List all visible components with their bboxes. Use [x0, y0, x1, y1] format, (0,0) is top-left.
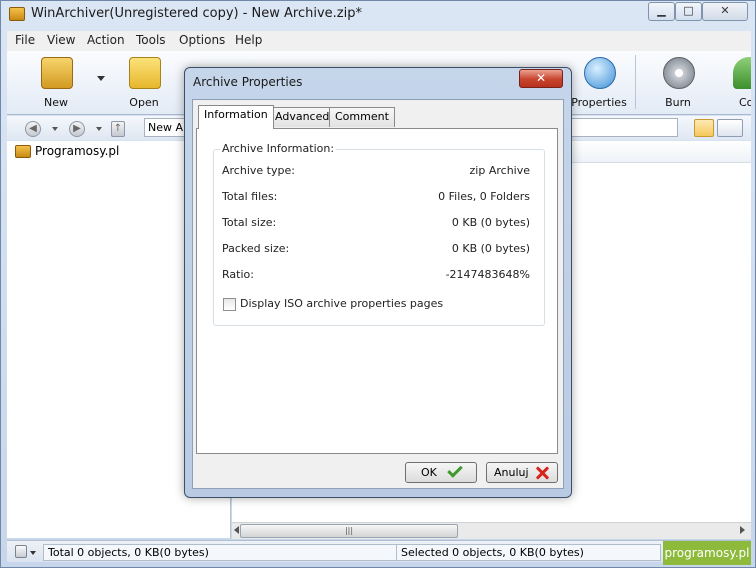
packed-size-label: Packed size: — [222, 242, 290, 255]
minimize-button[interactable]: ▁ — [648, 2, 675, 21]
menu-action[interactable]: Action — [87, 33, 125, 47]
menu-view[interactable]: View — [47, 33, 75, 47]
ratio-label: Ratio: — [222, 268, 254, 281]
dialog-title: Archive Properties — [193, 75, 303, 89]
close-button[interactable]: ✕ — [702, 2, 748, 21]
archive-information-group: Archive Information: Archive type: zip A… — [213, 142, 545, 326]
menu-file[interactable]: File — [15, 33, 35, 47]
tab-comment[interactable]: Comment — [329, 107, 395, 127]
tab-panel-information: Archive Information: Archive type: zip A… — [196, 128, 558, 454]
new-button[interactable]: New — [21, 53, 91, 111]
archive-properties-dialog: Archive Properties ✕ Information Advance… — [184, 67, 572, 498]
menu-help[interactable]: Help — [235, 33, 262, 47]
lock-dropdown-icon[interactable] — [30, 551, 36, 555]
view-mode-icon[interactable] — [717, 119, 743, 137]
window-title: WinArchiver(Unregistered copy) - New Arc… — [31, 6, 362, 21]
status-selected: Selected 0 objects, 0 KB(0 bytes) — [396, 544, 661, 561]
user-icon — [733, 57, 751, 89]
folder-view-icon[interactable] — [694, 119, 714, 137]
lock-icon[interactable] — [15, 545, 27, 558]
up-folder-icon[interactable]: ↑ — [111, 121, 125, 137]
forward-icon[interactable]: ▶ — [69, 121, 85, 137]
tab-information[interactable]: Information — [198, 105, 274, 129]
group-title: Archive Information: — [220, 142, 337, 155]
archive-icon — [9, 7, 25, 21]
title-bar: WinArchiver(Unregistered copy) - New Arc… — [1, 1, 755, 29]
tree-item-root[interactable]: Programosy.pl — [15, 144, 119, 162]
ok-button[interactable]: OK — [405, 462, 477, 483]
iso-properties-checkbox-label[interactable]: Display ISO archive properties pages — [240, 297, 443, 310]
watermark-logo: programosy.pl — [663, 541, 751, 565]
scroll-right-icon[interactable] — [740, 526, 745, 534]
menu-bar: File View Action Tools Options Help — [7, 31, 751, 51]
toolbar-button-partial[interactable]: Co — [719, 53, 751, 111]
forward-dropdown-icon[interactable] — [96, 127, 102, 131]
back-dropdown-icon[interactable] — [52, 127, 58, 131]
tab-advanced[interactable]: Advanced — [269, 107, 336, 127]
total-files-label: Total files: — [222, 190, 278, 203]
status-bar: Total 0 objects, 0 KB(0 bytes) Selected … — [7, 540, 751, 562]
archive-type-value: zip Archive — [469, 164, 530, 177]
toolbar-separator — [635, 55, 636, 109]
dialog-close-button[interactable]: ✕ — [519, 69, 563, 88]
open-button[interactable]: Open — [109, 53, 179, 111]
new-dropdown-arrow[interactable] — [97, 76, 105, 81]
properties-button[interactable]: Properties — [564, 53, 634, 111]
total-size-value: 0 KB (0 bytes) — [451, 216, 530, 229]
total-size-label: Total size: — [222, 216, 277, 229]
archive-icon — [15, 145, 31, 158]
menu-tools[interactable]: Tools — [136, 33, 166, 47]
horizontal-scrollbar[interactable]: ||| — [232, 522, 751, 539]
total-files-value: 0 Files, 0 Folders — [438, 190, 530, 203]
status-total: Total 0 objects, 0 KB(0 bytes) — [43, 544, 397, 561]
cancel-x-icon — [535, 466, 549, 480]
scroll-left-icon[interactable] — [234, 526, 239, 534]
archive-type-label: Archive type: — [222, 164, 295, 177]
disc-icon — [663, 57, 695, 89]
open-folder-icon — [129, 57, 161, 89]
new-archive-icon — [41, 57, 73, 89]
maximize-button[interactable]: □ — [675, 2, 702, 21]
ratio-value: -2147483648% — [445, 268, 530, 281]
check-icon — [447, 462, 463, 478]
burn-button[interactable]: Burn — [643, 53, 713, 111]
info-icon — [584, 57, 616, 89]
menu-options[interactable]: Options — [179, 33, 225, 47]
back-icon[interactable]: ◀ — [25, 121, 41, 137]
packed-size-value: 0 KB (0 bytes) — [451, 242, 530, 255]
scrollbar-thumb[interactable]: ||| — [240, 524, 458, 538]
iso-properties-checkbox[interactable] — [223, 298, 236, 311]
cancel-button[interactable]: Anuluj — [486, 462, 558, 483]
dialog-body: Information Advanced Comment Archive Inf… — [192, 99, 564, 489]
